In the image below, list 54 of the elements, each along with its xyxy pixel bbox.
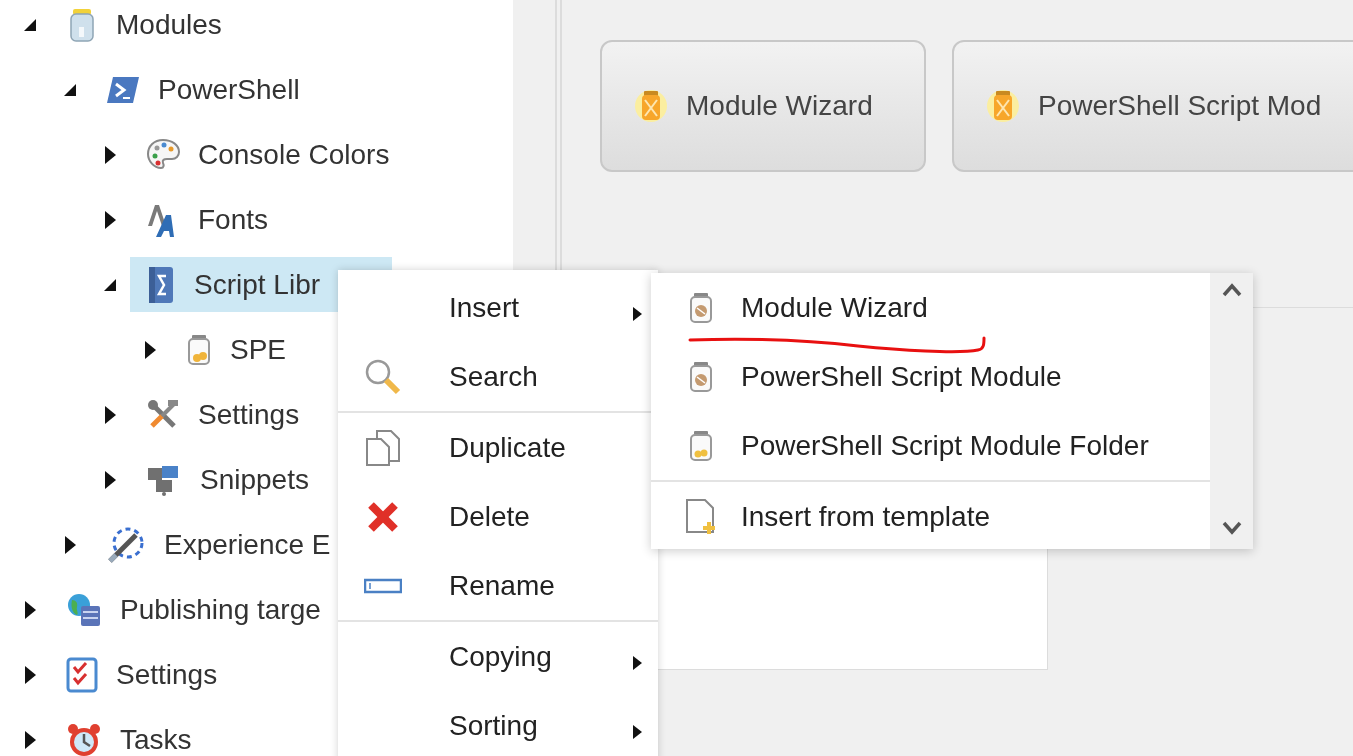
expand-arrow-icon[interactable] <box>24 600 36 619</box>
menu-item[interactable]: Insert from template <box>741 495 990 538</box>
collapse-arrow-icon[interactable] <box>24 18 36 31</box>
expand-arrow-icon[interactable] <box>104 470 116 489</box>
tree-item[interactable]: Tasks <box>120 718 192 756</box>
duplicate-icon <box>364 428 401 467</box>
menu-item[interactable]: Insert <box>449 286 520 329</box>
template-icon <box>685 497 717 536</box>
globe-server-icon <box>66 591 102 628</box>
jar-icon <box>186 333 212 366</box>
menu-item[interactable]: Sorting <box>449 704 538 747</box>
alarm-clock-icon <box>66 721 102 756</box>
expand-arrow-icon[interactable] <box>24 730 36 749</box>
palette-icon <box>146 137 180 172</box>
insert-option-button[interactable]: PowerShell Script Mod <box>952 40 1353 172</box>
menu-item[interactable]: PowerShell Script Module <box>741 355 1062 398</box>
expand-arrow-icon[interactable] <box>144 340 156 359</box>
tree-item[interactable]: Modules <box>116 3 222 46</box>
script-book-icon <box>146 264 176 305</box>
tree-item[interactable]: Publishing targe <box>120 588 321 631</box>
insert-option-button[interactable]: Module Wizard <box>600 40 926 172</box>
menu-item[interactable]: Delete <box>449 495 530 538</box>
expand-arrow-icon[interactable] <box>64 535 76 554</box>
scroll-up-icon[interactable] <box>1221 283 1242 297</box>
tree-item[interactable]: Console Colors <box>198 133 390 176</box>
tree-item[interactable]: Settings <box>198 393 300 436</box>
collapse-arrow-icon[interactable] <box>104 278 116 291</box>
checklist-icon <box>66 656 98 693</box>
menu-item[interactable]: Module Wizard <box>741 286 928 329</box>
expand-arrow-icon[interactable] <box>104 210 116 229</box>
tree-item[interactable]: Script Libr <box>194 263 321 306</box>
tree-item[interactable]: Settings <box>116 653 218 696</box>
expand-arrow-icon[interactable] <box>104 145 116 164</box>
delete-icon <box>365 499 400 534</box>
rename-icon <box>363 577 402 594</box>
tree-item[interactable]: Snippets <box>200 458 309 501</box>
menu-item[interactable]: Rename <box>449 564 555 607</box>
search-icon <box>363 357 402 396</box>
tree-item[interactable]: PowerShell <box>158 68 300 111</box>
powershell-icon <box>106 74 140 105</box>
menu-item[interactable]: Duplicate <box>449 426 566 469</box>
jar-icon <box>688 291 714 324</box>
tree-item[interactable]: Experience E <box>164 523 331 566</box>
tree-item[interactable]: SPE <box>230 328 287 371</box>
scroll-down-icon[interactable] <box>1221 521 1242 535</box>
jar-icon <box>688 429 714 462</box>
menu-item[interactable]: Copying <box>449 635 552 678</box>
expand-arrow-icon[interactable] <box>24 665 36 684</box>
jar-icon <box>688 360 714 393</box>
menu-item[interactable]: PowerShell Script Module Folder <box>741 424 1149 467</box>
expand-arrow-icon[interactable] <box>104 405 116 424</box>
tree-item[interactable]: Fonts <box>198 198 269 241</box>
menu-item[interactable]: Search <box>449 355 538 398</box>
collapse-arrow-icon[interactable] <box>64 83 76 96</box>
